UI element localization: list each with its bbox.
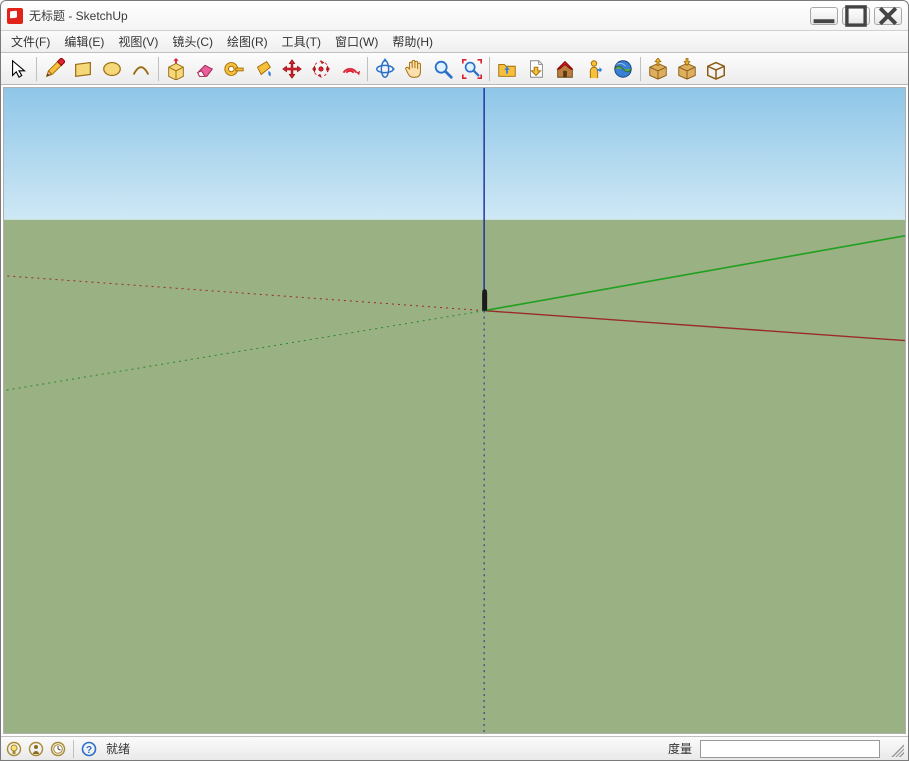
google-earth-button[interactable]: [609, 55, 637, 83]
zoom-extents-icon: [461, 58, 483, 80]
box-up-icon: [676, 58, 698, 80]
toolbar-sep: [36, 57, 37, 81]
rectangle-tool[interactable]: [69, 55, 97, 83]
orbit-tool[interactable]: [371, 55, 399, 83]
house-icon: [554, 58, 576, 80]
help-icon[interactable]: ?: [80, 740, 98, 758]
svg-text:?: ?: [86, 745, 92, 756]
hint-person-icon[interactable]: [27, 740, 45, 758]
box-down-icon: [647, 58, 669, 80]
tape-measure-tool[interactable]: [220, 55, 248, 83]
menu-camera[interactable]: 镜头(C): [166, 31, 219, 52]
page-icon: [525, 58, 547, 80]
zoom-extents-tool[interactable]: [458, 55, 486, 83]
import-button[interactable]: [493, 55, 521, 83]
close-button[interactable]: [874, 7, 902, 25]
select-tool[interactable]: [5, 55, 33, 83]
circle-icon: [101, 58, 123, 80]
scale-figure: [482, 289, 487, 310]
component-download-button[interactable]: [644, 55, 672, 83]
hint-clock-icon[interactable]: [49, 740, 67, 758]
folder-down-icon: [496, 58, 518, 80]
toolbar: [1, 53, 908, 85]
warehouse-button[interactable]: [551, 55, 579, 83]
scene-canvas: [4, 88, 905, 733]
place-person-button[interactable]: [580, 55, 608, 83]
box-icon: [165, 58, 187, 80]
tape-icon: [223, 58, 245, 80]
offset-tool[interactable]: [336, 55, 364, 83]
menu-draw[interactable]: 绘图(R): [221, 31, 274, 52]
vcb-input[interactable]: [700, 740, 880, 758]
status-sep: [73, 740, 74, 758]
move-tool[interactable]: [278, 55, 306, 83]
orbit-icon: [374, 58, 396, 80]
zoom-icon: [432, 58, 454, 80]
export-button[interactable]: [522, 55, 550, 83]
box-outline-icon: [705, 58, 727, 80]
arc-icon: [130, 58, 152, 80]
menu-edit[interactable]: 编辑(E): [58, 31, 110, 52]
person-icon: [583, 58, 605, 80]
component-upload-button[interactable]: [673, 55, 701, 83]
menu-window[interactable]: 窗口(W): [329, 31, 384, 52]
cursor-icon: [8, 58, 30, 80]
toolbar-sep: [489, 57, 490, 81]
pencil-tool[interactable]: [40, 55, 68, 83]
menu-view[interactable]: 视图(V): [112, 31, 164, 52]
titlebar: 无标题 - SketchUp: [1, 1, 908, 31]
menu-file[interactable]: 文件(F): [5, 31, 56, 52]
app-icon: [7, 8, 23, 24]
move-icon: [281, 58, 303, 80]
eraser-icon: [194, 58, 216, 80]
rectangle-icon: [72, 58, 94, 80]
toolbar-sep: [640, 57, 641, 81]
maximize-button[interactable]: [842, 7, 870, 25]
eraser-tool[interactable]: [191, 55, 219, 83]
offset-icon: [339, 58, 361, 80]
minimize-button[interactable]: [810, 7, 838, 25]
resize-grip[interactable]: [888, 741, 904, 757]
globe-icon: [612, 58, 634, 80]
hint-bulb-icon[interactable]: [5, 740, 23, 758]
arc-tool[interactable]: [127, 55, 155, 83]
zoom-tool[interactable]: [429, 55, 457, 83]
circle-tool[interactable]: [98, 55, 126, 83]
component-options-button[interactable]: [702, 55, 730, 83]
toolbar-sep: [158, 57, 159, 81]
hand-icon: [403, 58, 425, 80]
vcb-label: 度量: [664, 740, 696, 757]
bucket-icon: [252, 58, 274, 80]
app-window: 无标题 - SketchUp 文件(F) 编辑(E) 视图(V) 镜头(C) 绘…: [0, 0, 909, 761]
rotate-tool[interactable]: [307, 55, 335, 83]
viewport[interactable]: [3, 87, 906, 734]
push-pull-tool[interactable]: [162, 55, 190, 83]
toolbar-sep: [367, 57, 368, 81]
status-text: 就绪: [102, 740, 134, 757]
menu-help[interactable]: 帮助(H): [386, 31, 439, 52]
window-title: 无标题 - SketchUp: [29, 7, 810, 24]
menubar: 文件(F) 编辑(E) 视图(V) 镜头(C) 绘图(R) 工具(T) 窗口(W…: [1, 31, 908, 53]
menu-tools[interactable]: 工具(T): [276, 31, 327, 52]
statusbar: ? 就绪 度量: [1, 736, 908, 760]
pan-tool[interactable]: [400, 55, 428, 83]
paint-bucket-tool[interactable]: [249, 55, 277, 83]
pencil-icon: [43, 58, 65, 80]
rotate-icon: [310, 58, 332, 80]
